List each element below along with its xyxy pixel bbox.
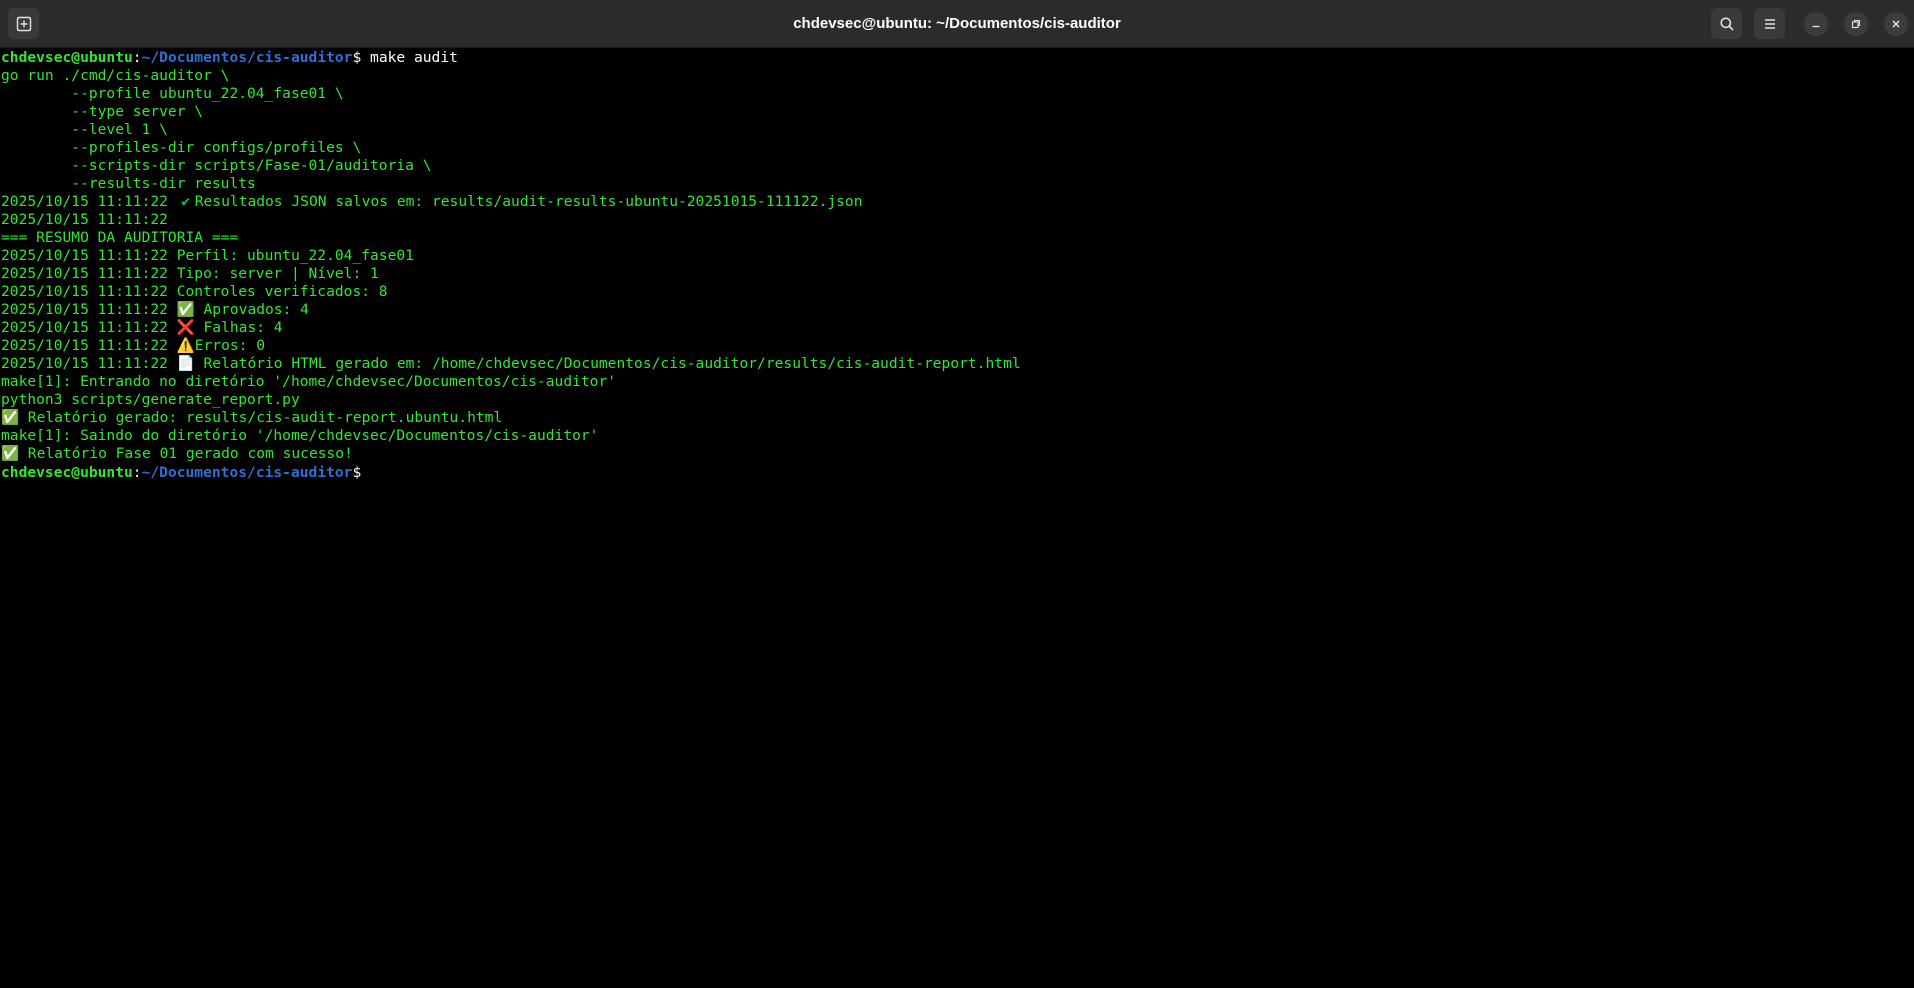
- line-text: Relatório Fase 01 gerado com sucesso!: [19, 445, 353, 462]
- output-line: --profiles-dir configs/profiles \: [1, 139, 1911, 157]
- output-line: --scripts-dir scripts/Fase-01/auditoria …: [1, 157, 1911, 175]
- output-line: ✅ Relatório Fase 01 gerado com sucesso!: [1, 445, 1911, 463]
- line-text: Relatório gerado: results/cis-audit-repo…: [19, 409, 503, 426]
- line-text: --results-dir results: [1, 175, 256, 192]
- status-emoji-icon: 📄: [176, 355, 195, 372]
- output-line: 2025/10/15 11:11:22 📄 Relatório HTML ger…: [1, 355, 1911, 373]
- prompt-dollar: $: [352, 49, 362, 66]
- output-line: 2025/10/15 11:11:22: [1, 211, 1911, 229]
- output-line: === RESUMO DA AUDITORIA ===: [1, 229, 1911, 247]
- output-line: 2025/10/15 11:11:22 Perfil: ubuntu_22.04…: [1, 247, 1911, 265]
- status-emoji-icon: ✔: [181, 193, 191, 210]
- cursor: [361, 463, 370, 480]
- output-line: --results-dir results: [1, 175, 1911, 193]
- line-text: --scripts-dir scripts/Fase-01/auditoria …: [1, 157, 432, 174]
- status-emoji-icon: ✅: [1, 409, 20, 426]
- prompt-line: chdevsec@ubuntu:~/Documentos/cis-auditor…: [1, 49, 1911, 67]
- output-line: go run ./cmd/cis-auditor \: [1, 67, 1911, 85]
- output-line: 2025/10/15 11:11:22 Tipo: server | Nível…: [1, 265, 1911, 283]
- prompt-user-host: chdevsec@ubuntu: [1, 49, 133, 66]
- output-line: 2025/10/15 11:11:22 ✅ Aprovados: 4: [1, 301, 1911, 319]
- line-text: --profiles-dir configs/profiles \: [1, 139, 362, 156]
- line-text: 2025/10/15 11:11:22 Tipo: server | Nível…: [1, 265, 379, 282]
- status-emoji-icon: ⚠️: [176, 337, 195, 354]
- close-button[interactable]: [1884, 12, 1908, 36]
- line-text: Falhas: 4: [194, 319, 283, 336]
- hamburger-menu-icon: [1764, 18, 1775, 29]
- line-text: --level 1 \: [1, 121, 168, 138]
- line-text: python3 scripts/generate_report.py: [1, 391, 300, 408]
- line-text: Aprovados: 4: [194, 301, 309, 318]
- new-tab-icon: [16, 16, 31, 31]
- line-timestamp: 2025/10/15 11:11:22: [1, 193, 177, 210]
- output-line: python3 scripts/generate_report.py: [1, 391, 1911, 409]
- line-timestamp: 2025/10/15 11:11:22: [1, 337, 177, 354]
- line-text: 2025/10/15 11:11:22 Perfil: ubuntu_22.04…: [1, 247, 414, 264]
- output-line: 2025/10/15 11:11:22 ⚠️Erros: 0: [1, 337, 1911, 355]
- title-bar: chdevsec@ubuntu: ~/Documentos/cis-audito…: [0, 0, 1914, 48]
- status-emoji-icon: ✅: [1, 445, 20, 462]
- output-line: make[1]: Entrando no diretório '/home/ch…: [1, 373, 1911, 391]
- prompt-colon: :: [132, 464, 142, 481]
- line-text: 2025/10/15 11:11:22: [1, 211, 168, 228]
- line-text: make[1]: Entrando no diretório '/home/ch…: [1, 373, 617, 390]
- output-line: 2025/10/15 11:11:22 ✔ Resultados JSON sal…: [1, 193, 1911, 211]
- maximize-button[interactable]: [1844, 12, 1868, 36]
- search-button[interactable]: [1711, 8, 1742, 39]
- line-text: 2025/10/15 11:11:22 Controles verificado…: [1, 283, 388, 300]
- prompt-line: chdevsec@ubuntu:~/Documentos/cis-auditor…: [1, 463, 1911, 481]
- line-text: Relatório HTML gerado em: /home/chdevsec…: [194, 355, 1021, 372]
- new-tab-button[interactable]: [8, 8, 39, 39]
- output-line: --type server \: [1, 103, 1911, 121]
- status-emoji-icon: ❌: [176, 319, 195, 336]
- output-line: make[1]: Saindo do diretório '/home/chde…: [1, 427, 1911, 445]
- search-icon: [1719, 16, 1734, 31]
- restore-icon: [1851, 19, 1861, 29]
- line-timestamp: 2025/10/15 11:11:22: [1, 355, 177, 372]
- menu-button[interactable]: [1754, 8, 1785, 39]
- terminal-output[interactable]: chdevsec@ubuntu:~/Documentos/cis-auditor…: [1, 49, 1911, 985]
- prompt-dollar: $: [352, 464, 362, 481]
- line-text: Resultados JSON salvos em: results/audit…: [194, 193, 863, 210]
- status-emoji-icon: ✅: [176, 301, 195, 318]
- command-text: make audit: [361, 49, 458, 66]
- minimize-icon: [1812, 25, 1820, 28]
- prompt-path: ~/Documentos/cis-auditor: [141, 464, 353, 481]
- prompt-user-host: chdevsec@ubuntu: [1, 464, 133, 481]
- close-icon: [1892, 20, 1900, 28]
- line-text: --profile ubuntu_22.04_fase01 \: [1, 85, 344, 102]
- line-timestamp: 2025/10/15 11:11:22: [1, 319, 177, 336]
- terminal-window: chdevsec@ubuntu: ~/Documentos/cis-audito…: [0, 0, 1914, 988]
- minimize-button[interactable]: [1804, 12, 1828, 36]
- output-line: --profile ubuntu_22.04_fase01 \: [1, 85, 1911, 103]
- line-text: === RESUMO DA AUDITORIA ===: [1, 229, 239, 246]
- line-text: Erros: 0: [194, 337, 266, 354]
- output-line: ✅ Relatório gerado: results/cis-audit-re…: [1, 409, 1911, 427]
- line-text: make[1]: Saindo do diretório '/home/chde…: [1, 427, 599, 444]
- prompt-path: ~/Documentos/cis-auditor: [141, 49, 353, 66]
- line-timestamp: 2025/10/15 11:11:22: [1, 301, 177, 318]
- prompt-colon: :: [132, 49, 142, 66]
- window-title: chdevsec@ubuntu: ~/Documentos/cis-audito…: [793, 15, 1121, 32]
- line-text: --type server \: [1, 103, 204, 120]
- output-line: 2025/10/15 11:11:22 Controles verificado…: [1, 283, 1911, 301]
- line-text: go run ./cmd/cis-auditor \: [1, 67, 230, 84]
- output-line: 2025/10/15 11:11:22 ❌ Falhas: 4: [1, 319, 1911, 337]
- output-line: --level 1 \: [1, 121, 1911, 139]
